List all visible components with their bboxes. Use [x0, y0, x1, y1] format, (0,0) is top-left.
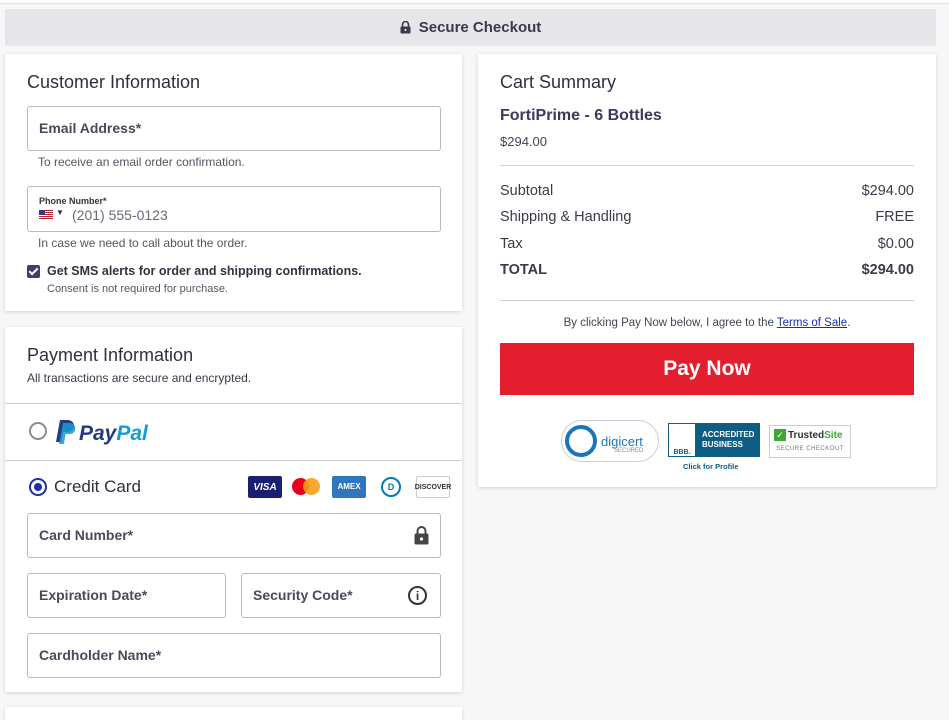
total-value: $294.00: [861, 262, 914, 278]
pay-now-button[interactable]: Pay Now: [500, 343, 914, 395]
digicert-secured-text: SECURED: [614, 448, 644, 454]
product-price: $294.00: [500, 134, 547, 149]
phone-helper-text: In case we need to call about the order.: [38, 236, 248, 250]
bbb-accredited-text: ACCREDITED BUSINESS: [702, 430, 755, 449]
trustedsite-sub: SECURE CHECKOUT: [776, 446, 844, 452]
terms-notice: By clicking Pay Now below, I agree to th…: [478, 317, 936, 329]
security-code-label: Security Code*: [253, 587, 353, 603]
sms-alerts-checkbox[interactable]: [27, 265, 40, 278]
mastercard-icon: [290, 476, 324, 498]
expiration-date-label: Expiration Date*: [39, 587, 148, 603]
phone-field-label: Phone Number*: [39, 196, 107, 206]
subtotal-label: Subtotal: [500, 183, 554, 199]
digicert-lock-icon: [565, 425, 597, 457]
subtotal-value: $294.00: [861, 183, 914, 199]
visa-icon: VISA: [248, 476, 282, 498]
bbb-click-for-profile[interactable]: Click for Profile: [683, 462, 738, 471]
amex-icon: AMEX: [332, 476, 366, 498]
total-row: TOTAL $294.00: [500, 262, 914, 278]
shipping-row: Shipping & Handling FREE: [500, 209, 914, 225]
customer-information-card: Customer Information Email Address* To r…: [5, 54, 462, 311]
shipping-label: Shipping & Handling: [500, 209, 632, 225]
credit-card-radio[interactable]: [29, 478, 47, 496]
phone-field[interactable]: Phone Number* ▼ (201) 555-0123: [27, 186, 441, 232]
cart-summary-title: Cart Summary: [500, 72, 617, 92]
bbb-badge[interactable]: BBB. ACCREDITED BUSINESS: [668, 423, 760, 457]
card-number-label: Card Number*: [39, 527, 134, 543]
trustedsite-badge[interactable]: ✓ Trusted Site SECURE CHECKOUT: [769, 425, 851, 458]
tax-row: Tax $0.00: [500, 236, 914, 252]
paypal-radio[interactable]: [29, 422, 47, 440]
payment-info-title: Payment Information: [27, 345, 194, 365]
trustedsite-wordmark: ✓ Trusted Site: [770, 426, 850, 441]
cardholder-name-label: Cardholder Name*: [39, 647, 162, 663]
card-number-field[interactable]: Card Number*: [27, 513, 441, 558]
total-label: TOTAL: [500, 262, 547, 278]
digicert-wordmark: digicert: [601, 433, 643, 449]
digicert-badge[interactable]: digicert SECURED: [561, 420, 659, 462]
paypal-icon: [53, 418, 76, 449]
tax-value: $0.00: [877, 236, 914, 252]
email-helper-text: To receive an email order confirmation.: [38, 155, 245, 169]
info-icon[interactable]: i: [408, 586, 427, 605]
diners-club-icon: D: [374, 476, 408, 498]
top-border: [0, 0, 949, 4]
shipping-value: FREE: [875, 209, 914, 225]
paypal-wordmark: PayPal: [79, 421, 148, 445]
customer-info-title: Customer Information: [27, 72, 201, 92]
email-field[interactable]: Email Address*: [27, 106, 441, 151]
lock-icon: [414, 526, 429, 550]
cart-divider-top: [500, 165, 914, 166]
sms-alerts-label[interactable]: Get SMS alerts for order and shipping co…: [47, 264, 362, 278]
cart-summary-card: Cart Summary FortiPrime - 6 Bottles $294…: [478, 54, 936, 487]
payment-subtitle: All transactions are secure and encrypte…: [27, 371, 252, 385]
next-section-card: [5, 707, 462, 720]
terms-prefix: By clicking Pay Now below, I agree to th…: [563, 317, 774, 329]
payment-divider-top: [5, 403, 462, 404]
terms-of-sale-link[interactable]: Terms of Sale: [777, 317, 847, 329]
email-field-label: Email Address*: [39, 120, 142, 136]
secure-checkout-label: Secure Checkout: [418, 19, 542, 36]
cart-divider-bottom: [500, 300, 914, 301]
credit-card-label[interactable]: Credit Card: [54, 477, 141, 497]
payment-divider-middle: [5, 460, 462, 461]
security-code-field[interactable]: Security Code* i: [241, 573, 441, 618]
terms-suffix: .: [847, 317, 851, 329]
us-flag-icon[interactable]: [39, 210, 53, 219]
cardholder-name-field[interactable]: Cardholder Name*: [27, 633, 441, 678]
subtotal-row: Subtotal $294.00: [500, 183, 914, 199]
payment-information-card: Payment Information All transactions are…: [5, 327, 462, 692]
discover-icon: DISCOVER: [415, 476, 451, 498]
bbb-logo-icon: BBB.: [668, 423, 696, 457]
expiration-date-field[interactable]: Expiration Date*: [27, 573, 226, 618]
card-brand-icons: VISA AMEX D DISCOVER: [248, 476, 451, 498]
product-name: FortiPrime - 6 Bottles: [500, 107, 662, 124]
consent-note: Consent is not required for purchase.: [47, 283, 228, 295]
secure-checkout-bar: Secure Checkout: [5, 9, 936, 46]
country-dropdown-caret-icon[interactable]: ▼: [56, 208, 64, 217]
paypal-option[interactable]: PayPal: [53, 418, 148, 449]
phone-input-placeholder[interactable]: (201) 555-0123: [72, 207, 168, 223]
tax-label: Tax: [500, 236, 523, 252]
lock-icon: [400, 21, 411, 34]
check-icon: ✓: [774, 429, 786, 441]
